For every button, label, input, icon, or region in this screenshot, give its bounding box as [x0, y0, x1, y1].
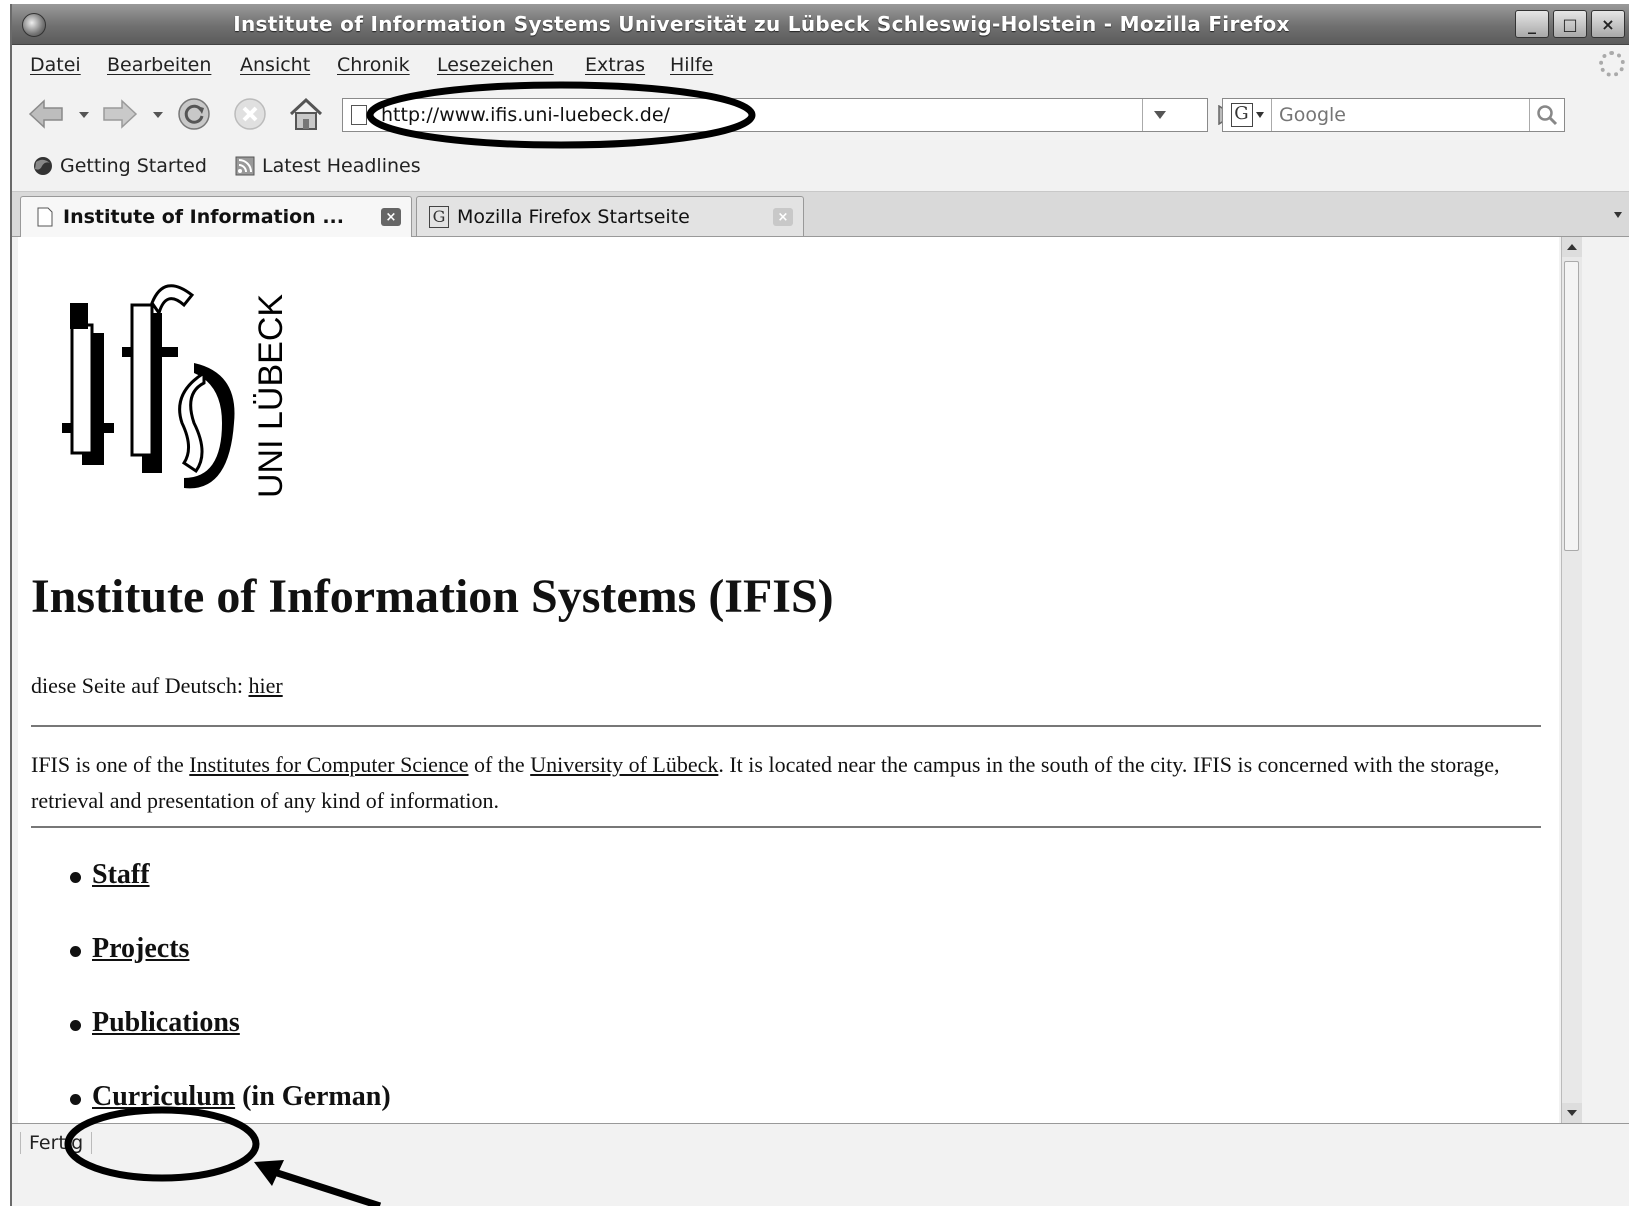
chevron-down-icon	[1255, 112, 1264, 118]
search-input[interactable]	[1279, 104, 1519, 126]
projects-link[interactable]: Projects	[92, 933, 189, 964]
list-item-projects: Projects	[66, 931, 391, 1005]
bookmark-latest-headlines[interactable]: Latest Headlines	[234, 155, 421, 177]
divider	[31, 725, 1541, 727]
tab-list-button[interactable]	[1607, 198, 1629, 232]
chevron-down-icon	[1614, 212, 1622, 218]
forward-history-dropdown-icon[interactable]	[153, 112, 163, 118]
menu-hilfe[interactable]: Hilfe	[670, 54, 713, 76]
university-link[interactable]: University of Lübeck	[530, 752, 718, 777]
tab-bar: Institute of Information ... × G Mozilla…	[12, 192, 1629, 237]
page-title: Institute of Information Systems (IFIS)	[31, 570, 834, 623]
navigation-toolbar: G	[12, 86, 1629, 144]
reload-button[interactable]	[174, 94, 214, 134]
menu-bar: Datei Bearbeiten Ansicht Chronik Lesezei…	[12, 45, 1629, 85]
bookmark-getting-started[interactable]: Getting Started	[32, 155, 207, 177]
scroll-up-button[interactable]	[1562, 237, 1582, 257]
bookmark-label: Latest Headlines	[262, 155, 421, 177]
magnifier-icon	[1537, 105, 1558, 126]
title-bar: Institute of Information Systems Univers…	[12, 4, 1629, 45]
chevron-down-icon	[1154, 111, 1166, 119]
forward-arrow-icon	[103, 99, 138, 129]
page-icon	[37, 207, 53, 227]
url-bar[interactable]	[342, 98, 1235, 132]
url-input[interactable]	[381, 104, 1161, 126]
german-version-link[interactable]: hier	[249, 673, 283, 698]
rss-feed-icon	[235, 156, 255, 176]
list-item-publications: Publications	[66, 1005, 391, 1079]
menu-chronik[interactable]: Chronik	[337, 54, 410, 76]
menu-bearbeiten[interactable]: Bearbeiten	[107, 54, 211, 76]
scroll-down-button[interactable]	[1562, 1103, 1582, 1123]
stop-button[interactable]	[230, 94, 270, 134]
activity-throbber-icon	[1599, 51, 1625, 77]
language-switch: diese Seite auf Deutsch: hier	[31, 673, 283, 699]
home-button[interactable]	[286, 94, 326, 134]
main-navigation-list: Staff Projects Publications Curriculum (…	[66, 857, 391, 1123]
maximize-button[interactable]: □	[1553, 10, 1587, 38]
menu-datei[interactable]: Datei	[30, 54, 81, 76]
curriculum-link[interactable]: Curriculum	[92, 1081, 235, 1112]
staff-link[interactable]: Staff	[92, 859, 150, 890]
back-arrow-icon	[28, 99, 63, 129]
back-button[interactable]	[26, 94, 66, 134]
page-icon	[351, 105, 367, 125]
search-engine-selector[interactable]: G	[1223, 99, 1272, 131]
home-icon	[289, 97, 323, 130]
arrow-down-icon	[1567, 1110, 1577, 1116]
uni-luebeck-text: UNI LÜBECK	[252, 294, 290, 498]
search-bar[interactable]: G	[1222, 98, 1565, 132]
vertical-scrollbar[interactable]	[1561, 237, 1582, 1123]
reload-icon	[178, 98, 210, 130]
institute-description: IFIS is one of the Institutes for Comput…	[31, 747, 1531, 819]
google-icon: G	[1230, 103, 1253, 127]
back-history-dropdown-icon[interactable]	[79, 112, 89, 118]
publications-link[interactable]: Publications	[92, 1007, 240, 1038]
tab-firefox-startseite[interactable]: G Mozilla Firefox Startseite ×	[416, 196, 804, 236]
bookmarks-toolbar: Getting Started Latest Headlines	[12, 145, 1629, 192]
list-item-staff: Staff	[66, 857, 391, 931]
divider	[31, 826, 1541, 828]
curriculum-note: (in German)	[235, 1081, 391, 1112]
tab-close-icon[interactable]: ×	[381, 208, 401, 226]
scroll-thumb[interactable]	[1564, 261, 1579, 551]
status-text: Fertig	[20, 1132, 93, 1154]
arrow-up-icon	[1567, 244, 1577, 250]
forward-button[interactable]	[100, 94, 140, 134]
menu-lesezeichen[interactable]: Lesezeichen	[437, 54, 554, 76]
browser-window: Institute of Information Systems Univers…	[10, 4, 1629, 1206]
menu-extras[interactable]: Extras	[585, 54, 645, 76]
ifis-logo-icon: UNI LÜBECK	[62, 284, 290, 498]
stop-icon	[234, 98, 266, 130]
firefox-bookmark-icon	[34, 157, 52, 175]
list-item-curriculum: Curriculum (in German)	[66, 1079, 391, 1123]
tab-ifis[interactable]: Institute of Information ... ×	[20, 196, 412, 237]
google-icon: G	[429, 205, 449, 228]
bookmark-label: Getting Started	[60, 155, 207, 177]
window-controls: _ □ ×	[1515, 10, 1625, 38]
close-button[interactable]: ×	[1591, 10, 1625, 38]
tab-label: Mozilla Firefox Startseite	[457, 205, 690, 228]
ifis-logo: UNI LÜBECK	[44, 273, 294, 503]
language-switch-label: diese Seite auf Deutsch:	[31, 673, 249, 698]
window-title: Institute of Information Systems Univers…	[233, 12, 1290, 36]
tab-label: Institute of Information ...	[63, 206, 344, 228]
desc-text-2: of the	[468, 752, 531, 777]
menu-ansicht[interactable]: Ansicht	[240, 54, 310, 76]
desc-text-1: IFIS is one of the	[31, 752, 190, 777]
minimize-button[interactable]: _	[1515, 10, 1549, 38]
tab-close-icon[interactable]: ×	[773, 208, 793, 226]
institutes-cs-link[interactable]: Institutes for Computer Science	[189, 752, 468, 777]
page-content: UNI LÜBECK Institute of Information Syst…	[18, 237, 1559, 1123]
url-dropdown-button[interactable]	[1142, 99, 1177, 131]
search-button[interactable]	[1529, 99, 1564, 131]
status-bar: Fertig	[12, 1123, 1629, 1164]
